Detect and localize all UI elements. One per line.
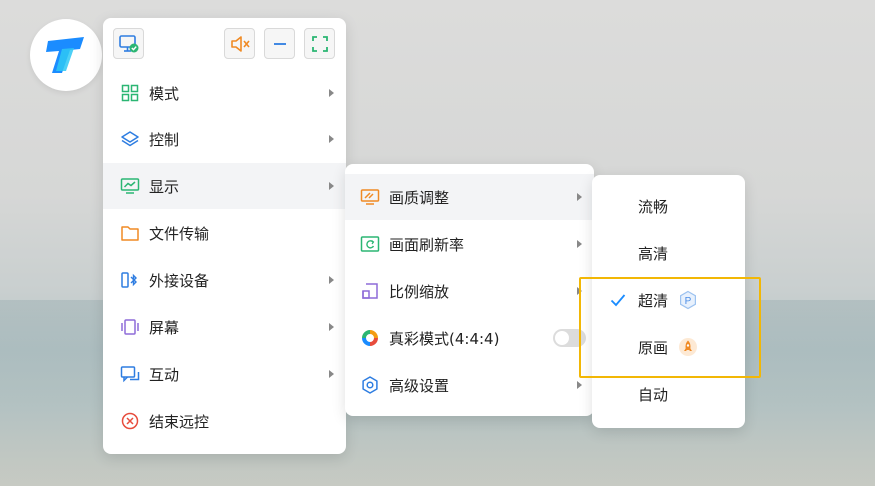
menu-item-label: 真彩模式(4:4:4): [389, 329, 500, 348]
pro-badge-icon: P: [678, 290, 698, 310]
quality-option-auto[interactable]: 自动: [592, 371, 745, 417]
menu-item-file-transfer[interactable]: 文件传输: [103, 210, 346, 256]
picture-quality-icon: [360, 187, 380, 207]
menu-item-label: 外接设备: [149, 271, 210, 290]
quality-submenu: 流畅 高清 超清 P 原画 自动: [592, 175, 745, 428]
color-wheel-icon: [360, 328, 380, 348]
quality-option-smooth[interactable]: 流畅: [592, 183, 745, 229]
chevron-right-icon: [329, 370, 334, 378]
menu-item-label: 结束远控: [149, 412, 210, 431]
app-logo[interactable]: [30, 19, 102, 91]
remote-screen-button[interactable]: [113, 28, 144, 59]
fullscreen-button[interactable]: [304, 28, 335, 59]
settings-icon: [360, 375, 380, 395]
menu-item-control[interactable]: 控制: [103, 116, 346, 162]
menu-item-true-color[interactable]: 真彩模式(4:4:4): [345, 315, 594, 361]
true-color-toggle[interactable]: [553, 329, 586, 347]
menu-item-display[interactable]: 显示: [103, 163, 346, 209]
fullscreen-icon: [311, 35, 328, 52]
quality-option-label: 高清: [638, 244, 669, 263]
display-submenu: 画质调整 画面刷新率 比例缩放 真彩模式(4:4:4) 高级设置: [345, 164, 594, 416]
speaker-mute-icon: [230, 35, 250, 52]
folder-icon: [120, 223, 140, 243]
bluetooth-device-icon: [120, 270, 140, 290]
rocket-icon: [678, 337, 698, 357]
chevron-right-icon: [577, 287, 582, 295]
svg-text:P: P: [685, 296, 692, 307]
quality-option-hd[interactable]: 高清: [592, 230, 745, 276]
monitor-check-icon: [118, 34, 138, 52]
chevron-right-icon: [329, 135, 334, 143]
menu-item-label: 画面刷新率: [389, 235, 465, 254]
quality-option-label: 超清: [638, 291, 669, 310]
chevron-right-icon: [329, 276, 334, 284]
mute-button[interactable]: [224, 28, 255, 59]
screen-icon: [120, 317, 140, 337]
quality-option-ultra-hd[interactable]: 超清 P: [592, 277, 745, 323]
menu-item-end-remote[interactable]: 结束远控: [103, 398, 346, 444]
quality-option-label: 自动: [638, 385, 669, 404]
chevron-right-icon: [577, 193, 582, 201]
menu-item-label: 互动: [149, 365, 180, 384]
menu-item-label: 比例缩放: [389, 282, 450, 301]
menu-item-label: 文件传输: [149, 224, 210, 243]
menu-item-advanced-settings[interactable]: 高级设置: [345, 362, 594, 408]
menu-item-label: 画质调整: [389, 188, 450, 207]
scale-icon: [360, 281, 380, 301]
chevron-right-icon: [577, 240, 582, 248]
quality-option-label: 原画: [638, 338, 669, 357]
chat-icon: [120, 364, 140, 384]
todesk-logo-icon: [46, 37, 84, 73]
close-circle-icon: [120, 411, 140, 431]
menu-item-label: 高级设置: [389, 376, 450, 395]
layers-icon: [120, 129, 140, 149]
chevron-right-icon: [329, 182, 334, 190]
menu-item-interaction[interactable]: 互动: [103, 351, 346, 397]
menu-item-refresh-rate[interactable]: 画面刷新率: [345, 221, 594, 267]
chevron-right-icon: [329, 89, 334, 97]
main-toolbar: [113, 28, 336, 60]
menu-item-label: 屏幕: [149, 318, 180, 337]
menu-item-external-devices[interactable]: 外接设备: [103, 257, 346, 303]
chevron-right-icon: [577, 381, 582, 389]
minimize-button[interactable]: [264, 28, 295, 59]
menu-item-label: 控制: [149, 130, 180, 149]
menu-item-scale[interactable]: 比例缩放: [345, 268, 594, 314]
menu-item-label: 显示: [149, 177, 180, 196]
grid-icon: [120, 83, 140, 103]
refresh-screen-icon: [360, 234, 380, 254]
menu-item-label: 模式: [149, 84, 180, 103]
chevron-right-icon: [329, 323, 334, 331]
main-menu: 模式 控制 显示 文件传输 外接设备 屏幕 互动 结束远控: [103, 18, 346, 454]
quality-option-label: 流畅: [638, 197, 669, 216]
checkmark-icon: [610, 294, 626, 307]
menu-item-mode[interactable]: 模式: [103, 70, 346, 116]
menu-item-screen[interactable]: 屏幕: [103, 304, 346, 350]
minimize-icon: [273, 42, 286, 45]
monitor-chart-icon: [120, 176, 140, 196]
quality-option-original[interactable]: 原画: [592, 324, 745, 370]
menu-item-picture-quality[interactable]: 画质调整: [345, 174, 594, 220]
